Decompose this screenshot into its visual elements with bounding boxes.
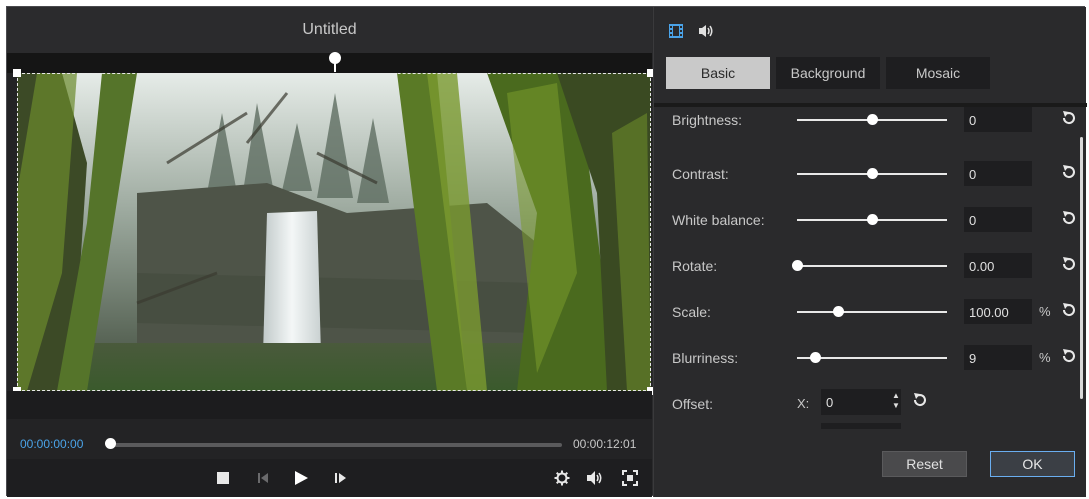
- setting-row-brightness: Brightness: 0: [654, 107, 1087, 135]
- brightness-slider-thumb[interactable]: [867, 114, 878, 125]
- preview-bottom-strip: [7, 391, 652, 419]
- crop-handle-top-left[interactable]: [13, 69, 21, 77]
- blurriness-label: Blurriness:: [672, 350, 739, 366]
- reset-button[interactable]: Reset: [882, 451, 967, 477]
- contrast-value-input[interactable]: 0: [964, 161, 1032, 186]
- rotate-reset-icon[interactable]: [1061, 256, 1079, 274]
- offset-x-stepper[interactable]: ▲ ▼: [892, 391, 900, 411]
- settings-list: Brightness: 0 Contrast: 0 White balance:: [654, 107, 1087, 429]
- tab-background[interactable]: Background: [776, 57, 880, 89]
- volume-icon[interactable]: [585, 468, 605, 488]
- brightness-value-input[interactable]: 0: [964, 107, 1032, 132]
- settings-tabs: Basic Background Mosaic: [666, 57, 990, 89]
- contrast-label: Contrast:: [672, 166, 729, 182]
- tab-basic[interactable]: Basic: [666, 57, 770, 89]
- timeline: 00:00:00:00 00:00:12:01: [7, 419, 652, 459]
- window-title: Untitled: [302, 21, 357, 38]
- contrast-slider-thumb[interactable]: [867, 168, 878, 179]
- video-editor-window: Untitled 00:00:00:00 00:00:12:01 Basic B…: [6, 6, 1087, 497]
- settings-pane: Basic Background Mosaic Brightness: 0 Co…: [653, 7, 1087, 497]
- scale-unit: %: [1039, 304, 1051, 319]
- setting-row-rotate: Rotate: 0.00: [654, 251, 1087, 281]
- settings-gear-icon[interactable]: [552, 468, 572, 488]
- video-film-icon[interactable]: [668, 23, 684, 44]
- rotate-handle-stem: [334, 62, 336, 72]
- setting-row-offset: Offset: X: 0 ▲ ▼: [654, 389, 1087, 419]
- blurriness-unit: %: [1039, 350, 1051, 365]
- total-time: 00:00:12:01: [573, 437, 637, 451]
- offset-y-input[interactable]: [821, 423, 901, 429]
- scale-reset-icon[interactable]: [1061, 302, 1079, 320]
- rotate-value-input[interactable]: 0.00: [964, 253, 1032, 278]
- setting-row-offset-y: [654, 423, 1087, 429]
- audio-speaker-icon[interactable]: [698, 24, 714, 43]
- rotate-label: Rotate:: [672, 258, 718, 274]
- offset-reset-icon[interactable]: [912, 392, 930, 410]
- settings-scrollbar[interactable]: [1080, 137, 1083, 399]
- offset-x-label: X:: [797, 396, 810, 411]
- scale-value-input[interactable]: 100.00: [964, 299, 1032, 324]
- white-balance-slider-thumb[interactable]: [867, 214, 878, 225]
- setting-row-white-balance: White balance: 0: [654, 205, 1087, 235]
- brightness-reset-icon[interactable]: [1061, 110, 1079, 128]
- forest-waterfall-image: [17, 73, 651, 391]
- scale-slider-thumb[interactable]: [832, 306, 844, 317]
- mode-icons: [668, 23, 714, 44]
- title-bar: Untitled: [7, 7, 652, 53]
- video-preview: [17, 73, 651, 391]
- rotate-slider-thumb[interactable]: [792, 260, 803, 271]
- white-balance-reset-icon[interactable]: [1061, 210, 1079, 228]
- offset-label: Offset:: [672, 396, 713, 412]
- current-time: 00:00:00:00: [20, 437, 84, 451]
- white-balance-value-input[interactable]: 0: [964, 207, 1032, 232]
- stop-icon[interactable]: [213, 468, 233, 488]
- brightness-label: Brightness:: [672, 112, 743, 128]
- snapshot-icon[interactable]: [620, 468, 640, 488]
- play-icon[interactable]: [291, 468, 311, 488]
- progress-track[interactable]: [107, 443, 562, 447]
- offset-x-input[interactable]: 0: [821, 389, 901, 415]
- blurriness-slider-thumb[interactable]: [810, 352, 821, 363]
- ok-button[interactable]: OK: [990, 451, 1075, 477]
- previous-frame-icon[interactable]: [253, 468, 273, 488]
- blurriness-reset-icon[interactable]: [1061, 348, 1079, 366]
- setting-row-scale: Scale: 100.00 %: [654, 297, 1087, 327]
- rotate-slider[interactable]: [797, 265, 947, 267]
- scale-label: Scale:: [672, 304, 711, 320]
- white-balance-label: White balance:: [672, 212, 765, 228]
- player-pane: Untitled 00:00:00:00 00:00:12:01: [7, 7, 655, 497]
- tab-mosaic[interactable]: Mosaic: [886, 57, 990, 89]
- next-frame-icon[interactable]: [331, 468, 351, 488]
- progress-thumb[interactable]: [105, 438, 116, 449]
- scale-slider[interactable]: [797, 311, 947, 313]
- setting-row-blurriness: Blurriness: 9 %: [654, 343, 1087, 373]
- blurriness-value-input[interactable]: 9: [964, 345, 1032, 370]
- setting-row-contrast: Contrast: 0: [654, 159, 1087, 189]
- playback-controls: [7, 459, 652, 497]
- contrast-reset-icon[interactable]: [1061, 164, 1079, 182]
